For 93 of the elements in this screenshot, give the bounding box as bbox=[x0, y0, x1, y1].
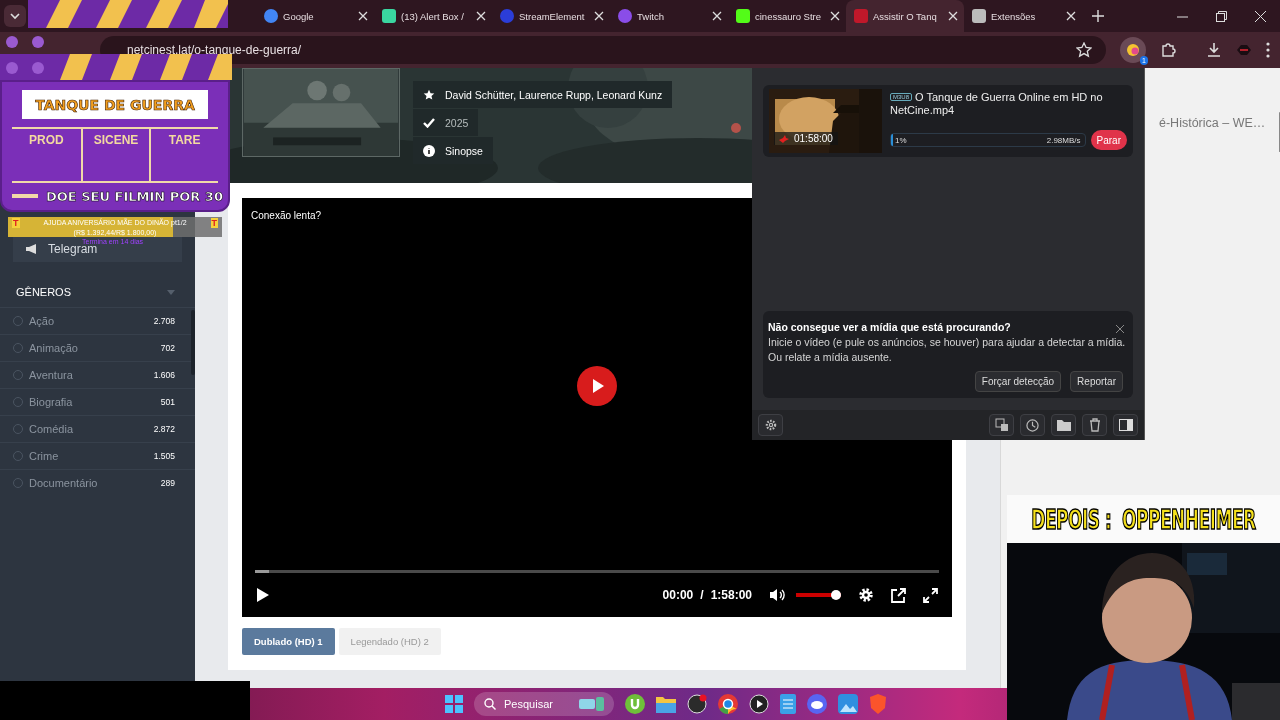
download-icon[interactable] bbox=[1206, 42, 1222, 58]
browser-icon[interactable] bbox=[718, 694, 738, 714]
search-field[interactable]: Pesquisar bbox=[474, 692, 614, 716]
genre-name: Aventura bbox=[29, 369, 74, 381]
tab-search-button[interactable] bbox=[4, 5, 26, 27]
chat-icon[interactable] bbox=[807, 694, 827, 714]
address-bar[interactable]: netcinest.lat/o-tanque-de-guerra/ bbox=[100, 36, 1106, 64]
notice-button[interactable]: Forçar detecção bbox=[974, 371, 1062, 392]
duration-time: 1:58:00 bbox=[710, 588, 752, 602]
history-button[interactable] bbox=[1020, 414, 1045, 436]
site-icon bbox=[618, 9, 632, 23]
browser-tab[interactable]: Extensões bbox=[964, 0, 1082, 32]
genre-name: Crime bbox=[29, 450, 60, 462]
column-label: PROD bbox=[28, 132, 65, 150]
play-button[interactable] bbox=[577, 365, 617, 406]
volume-slider[interactable] bbox=[796, 590, 841, 600]
extension-icon[interactable] bbox=[1236, 43, 1252, 57]
translate-button[interactable] bbox=[989, 414, 1014, 436]
sidebar-toggle-button[interactable] bbox=[1113, 414, 1138, 436]
recommendation-title[interactable]: é-Histórica – WE… bbox=[1159, 116, 1266, 130]
delete-button[interactable] bbox=[1082, 414, 1107, 436]
restore-icon[interactable] bbox=[1216, 10, 1227, 22]
folder-icon[interactable] bbox=[656, 695, 676, 713]
play-icon[interactable] bbox=[749, 694, 769, 714]
genre-count: 501 bbox=[160, 397, 175, 407]
scrollbar[interactable] bbox=[1279, 112, 1280, 152]
genre-name: Ação bbox=[29, 315, 56, 327]
stop-button[interactable]: Parar bbox=[1090, 130, 1127, 150]
widget-icon bbox=[578, 696, 606, 712]
scrollbar[interactable] bbox=[191, 310, 195, 375]
genre-count: 2.872 bbox=[153, 424, 175, 434]
site-icon bbox=[972, 9, 986, 23]
chevron-icon bbox=[9, 10, 21, 22]
site-icon bbox=[382, 9, 396, 23]
browser-tab[interactable]: Assistir O Tanq bbox=[846, 0, 964, 32]
puzzle-icon[interactable] bbox=[1160, 42, 1176, 58]
goal-badge: T bbox=[12, 217, 20, 228]
star-icon[interactable] bbox=[1076, 42, 1092, 58]
source-tab[interactable]: Dublado (HD) 1 bbox=[242, 628, 335, 655]
trash-icon bbox=[1088, 418, 1101, 432]
browser-tab[interactable]: cinessauro Stre bbox=[728, 0, 846, 32]
site-icon bbox=[736, 9, 750, 23]
genre-name: Documentário bbox=[29, 477, 99, 489]
goal-badge: T bbox=[210, 217, 218, 228]
gear-icon bbox=[764, 419, 777, 431]
volume-icon[interactable] bbox=[769, 588, 785, 602]
start-button[interactable] bbox=[445, 695, 463, 713]
external-link-icon[interactable] bbox=[891, 587, 906, 603]
donation-text: DOE SEU FILMIN POR 30 bbox=[46, 188, 223, 204]
genre-name: Animação bbox=[29, 342, 79, 354]
browser-tab[interactable]: Google bbox=[256, 0, 374, 32]
section-heading: GÊNEROS bbox=[16, 286, 71, 298]
browser-tab[interactable]: StreamElement bbox=[492, 0, 610, 32]
browser-tab[interactable]: (13) Alert Box / bbox=[374, 0, 492, 32]
title-label: TANQUE DE GUERRA bbox=[22, 90, 208, 120]
app-icon[interactable] bbox=[625, 694, 645, 714]
megaphone-icon bbox=[25, 243, 38, 255]
notice-button[interactable]: Reportar bbox=[1070, 371, 1123, 392]
clock-icon bbox=[1026, 418, 1039, 432]
current-time: 00:00 bbox=[662, 588, 694, 602]
new-tab-icon[interactable] bbox=[1092, 10, 1104, 22]
column-label: SICENE bbox=[80, 129, 150, 181]
time-separator: / bbox=[700, 588, 704, 602]
translate-icon bbox=[994, 418, 1009, 432]
speed-text: 2.98MB/s bbox=[1046, 135, 1081, 145]
seek-bar[interactable] bbox=[255, 570, 939, 573]
connection-notice: Conexão lenta? bbox=[251, 210, 322, 221]
notice-text: Ou relate a mídia ausente. bbox=[768, 350, 893, 365]
genre-count: 702 bbox=[160, 343, 175, 353]
folder-icon bbox=[1056, 419, 1071, 431]
settings-icon[interactable] bbox=[858, 587, 874, 603]
next-movie-banner: DEPOIS : OPPENHEIMER bbox=[1007, 495, 1280, 543]
site-icon bbox=[264, 9, 278, 23]
search-icon bbox=[484, 698, 496, 710]
genre-count: 2.708 bbox=[153, 316, 175, 326]
settings-button[interactable] bbox=[758, 414, 783, 436]
genre-name: Biografia bbox=[29, 396, 74, 408]
photos-icon[interactable] bbox=[838, 694, 858, 714]
app-icon[interactable] bbox=[687, 694, 707, 714]
site-icon bbox=[500, 9, 514, 23]
extension-icon bbox=[1126, 43, 1140, 57]
menu-icon[interactable] bbox=[1266, 42, 1270, 58]
folder-button[interactable] bbox=[1051, 414, 1076, 436]
sidebar-icon bbox=[1118, 419, 1133, 431]
browser-tab[interactable]: Twitch bbox=[610, 0, 728, 32]
genre-name: Comédia bbox=[29, 423, 75, 435]
column-label: TARE bbox=[149, 129, 218, 181]
genre-count: 1.606 bbox=[153, 370, 175, 380]
genre-count: 1.505 bbox=[153, 451, 175, 461]
site-icon bbox=[854, 9, 868, 23]
fullscreen-icon[interactable] bbox=[923, 587, 938, 603]
genre-count: 289 bbox=[160, 478, 175, 488]
play-icon[interactable] bbox=[256, 587, 270, 603]
